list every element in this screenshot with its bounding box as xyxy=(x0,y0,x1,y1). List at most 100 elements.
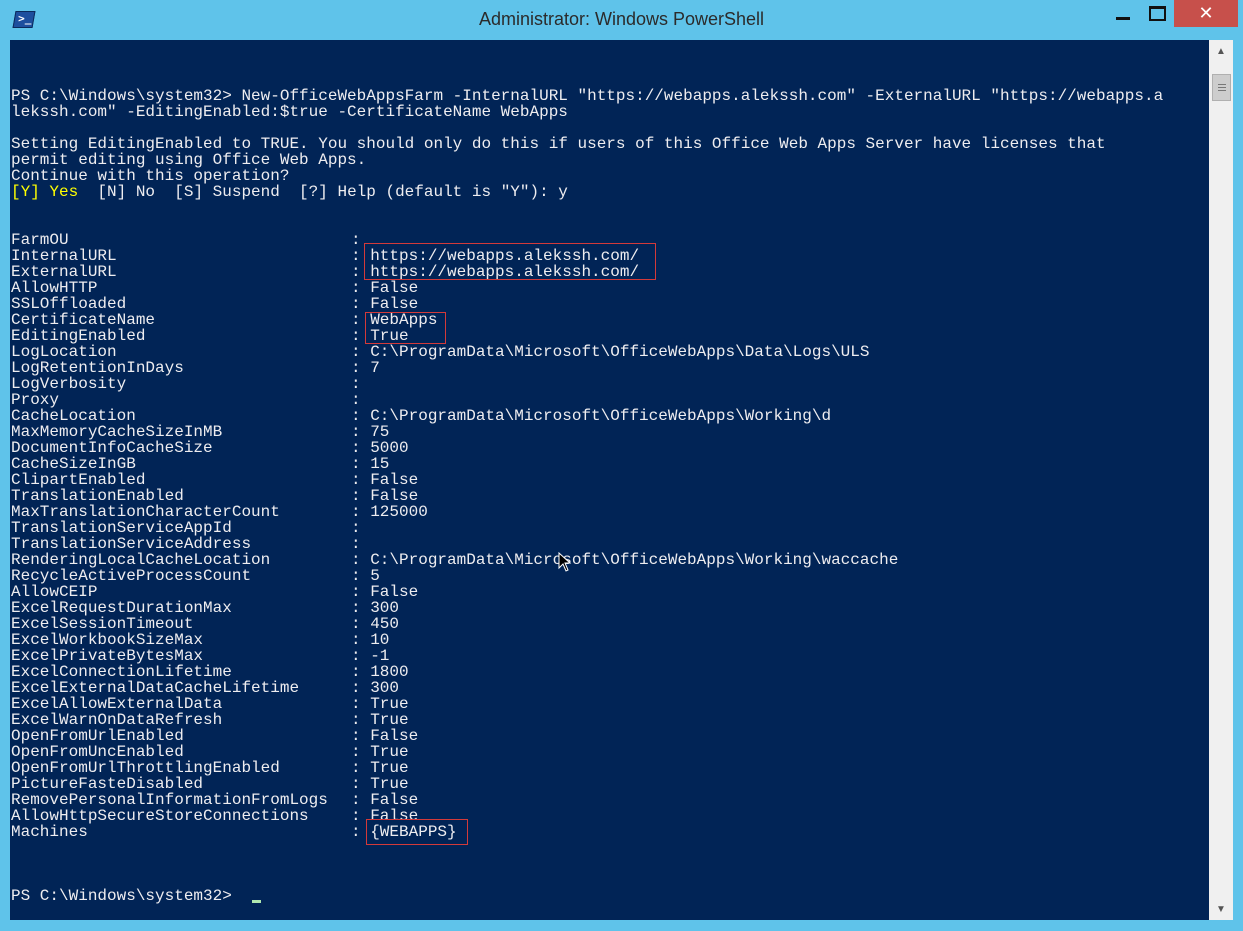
property-name: LogRetentionInDays xyxy=(11,359,184,377)
highlight-cert-editing xyxy=(365,312,446,344)
property-row: RenderingLocalCacheLocation: C:\ProgramD… xyxy=(11,552,898,568)
prompt-yes-option: [Y] Yes xyxy=(11,183,79,201)
property-row: ClipartEnabled: False xyxy=(11,472,418,488)
property-row: TranslationEnabled: False xyxy=(11,488,418,504)
property-name: CacheLocation xyxy=(11,407,136,425)
property-row: LogVerbosity: xyxy=(11,376,370,392)
property-name: CertificateName xyxy=(11,311,156,329)
property-name: RenderingLocalCacheLocation xyxy=(11,551,271,569)
scroll-down-icon[interactable]: ▼ xyxy=(1209,900,1233,918)
property-row: MaxTranslationCharacterCount: 125000 xyxy=(11,504,428,520)
property-name: Proxy xyxy=(11,391,60,409)
minimize-button[interactable] xyxy=(1106,0,1140,27)
property-name: ExternalURL xyxy=(11,263,117,281)
property-row: ExcelPrivateBytesMax: -1 xyxy=(11,648,389,664)
property-row: AllowHttpSecureStoreConnections: False xyxy=(11,808,418,824)
property-name: EditingEnabled xyxy=(11,327,146,345)
vertical-scrollbar[interactable]: ▲ ▼ xyxy=(1209,40,1233,920)
property-name: OpenFromUrlThrottlingEnabled xyxy=(11,759,280,777)
mouse-pointer-icon xyxy=(558,552,572,572)
property-row: AllowCEIP: False xyxy=(11,584,418,600)
property-name: AllowHTTP xyxy=(11,279,98,297)
property-row: ExcelWarnOnDataRefresh: True xyxy=(11,712,409,728)
property-name: ExcelSessionTimeout xyxy=(11,615,194,633)
confirm-prompt: [Y] Yes [N] No [S] Suspend [?] Help (def… xyxy=(11,184,568,200)
property-name: InternalURL xyxy=(11,247,117,265)
warning-line-1: Setting EditingEnabled to TRUE. You shou… xyxy=(11,135,1106,153)
property-row: TranslationServiceAppId: xyxy=(11,520,370,536)
property-row: CacheSizeInGB: 15 xyxy=(11,456,389,472)
maximize-icon xyxy=(1148,6,1166,21)
property-row: CacheLocation: C:\ProgramData\Microsoft\… xyxy=(11,408,831,424)
close-icon: ✕ xyxy=(1198,3,1214,24)
property-name: ExcelExternalDataCacheLifetime xyxy=(11,679,300,697)
property-name: AllowCEIP xyxy=(11,583,98,601)
property-value: 7 xyxy=(370,359,380,377)
property-name: Machines xyxy=(11,823,88,841)
text-cursor xyxy=(252,900,261,903)
property-row: AllowHTTP: False xyxy=(11,280,418,296)
final-prompt: PS C:\Windows\system32> xyxy=(11,887,242,905)
property-name: OpenFromUrlEnabled xyxy=(11,727,184,745)
property-row: OpenFromUrlEnabled: False xyxy=(11,728,418,744)
property-row: ExcelAllowExternalData: True xyxy=(11,696,409,712)
property-name: TranslationServiceAppId xyxy=(11,519,232,537)
console-output[interactable]: PS C:\Windows\system32> New-OfficeWebApp… xyxy=(10,40,1209,920)
command-line-1: PS C:\Windows\system32> New-OfficeWebApp… xyxy=(11,87,1164,105)
title-bar[interactable]: >_ Administrator: Windows PowerShell ✕ xyxy=(0,0,1243,40)
property-row: RemovePersonalInformationFromLogs: False xyxy=(11,792,418,808)
property-row: ExcelSessionTimeout: 450 xyxy=(11,616,399,632)
property-name: TranslationEnabled xyxy=(11,487,184,505)
property-name: TranslationServiceAddress xyxy=(11,535,252,553)
property-name: LogLocation xyxy=(11,343,117,361)
property-name: ExcelRequestDurationMax xyxy=(11,599,232,617)
property-name: FarmOU xyxy=(11,231,69,249)
property-row: MaxMemoryCacheSizeInMB: 75 xyxy=(11,424,389,440)
property-value: C:\ProgramData\Microsoft\OfficeWebApps\D… xyxy=(370,343,870,361)
property-name: ExcelConnectionLifetime xyxy=(11,663,232,681)
property-row: LogLocation: C:\ProgramData\Microsoft\Of… xyxy=(11,344,869,360)
property-row: ExcelRequestDurationMax: 300 xyxy=(11,600,399,616)
property-name: ExcelWorkbookSizeMax xyxy=(11,631,204,649)
highlight-urls xyxy=(364,243,656,280)
warning-line-3: Continue with this operation? xyxy=(11,167,290,185)
property-name: CacheSizeInGB xyxy=(11,455,136,473)
property-row: Proxy: xyxy=(11,392,370,408)
property-row: RecycleActiveProcessCount: 5 xyxy=(11,568,380,584)
scrollbar-thumb[interactable] xyxy=(1212,74,1231,101)
property-row: ExcelConnectionLifetime: 1800 xyxy=(11,664,409,680)
property-name: PictureFasteDisabled xyxy=(11,775,204,793)
property-row: LogRetentionInDays: 7 xyxy=(11,360,380,376)
property-row: EditingEnabled: True xyxy=(11,328,409,344)
property-name: MaxMemoryCacheSizeInMB xyxy=(11,423,223,441)
warning-line-2: permit editing using Office Web Apps. xyxy=(11,151,367,169)
property-row: TranslationServiceAddress: xyxy=(11,536,370,552)
property-row: ExcelExternalDataCacheLifetime: 300 xyxy=(11,680,399,696)
property-name: AllowHttpSecureStoreConnections xyxy=(11,807,309,825)
property-name: RemovePersonalInformationFromLogs xyxy=(11,791,328,809)
property-value: C:\ProgramData\Microsoft\OfficeWebApps\W… xyxy=(370,551,899,569)
scroll-up-icon[interactable]: ▲ xyxy=(1209,42,1233,60)
close-button[interactable]: ✕ xyxy=(1174,0,1238,27)
property-name: ExcelWarnOnDataRefresh xyxy=(11,711,223,729)
property-row: SSLOffloaded: False xyxy=(11,296,418,312)
powershell-window: >_ Administrator: Windows PowerShell ✕ P… xyxy=(0,0,1243,931)
property-name: RecycleActiveProcessCount xyxy=(11,567,252,585)
property-name: SSLOffloaded xyxy=(11,295,127,313)
minimize-icon xyxy=(1116,17,1130,20)
property-name: ClipartEnabled xyxy=(11,471,146,489)
property-row: OpenFromUncEnabled: True xyxy=(11,744,409,760)
highlight-machines xyxy=(366,819,468,845)
window-title: Administrator: Windows PowerShell xyxy=(478,9,765,29)
property-value: C:\ProgramData\Microsoft\OfficeWebApps\W… xyxy=(370,407,832,425)
property-row: FarmOU: xyxy=(11,232,370,248)
maximize-button[interactable] xyxy=(1140,0,1174,27)
property-name: LogVerbosity xyxy=(11,375,127,393)
property-name: OpenFromUncEnabled xyxy=(11,743,184,761)
property-row: PictureFasteDisabled: True xyxy=(11,776,409,792)
property-name: ExcelPrivateBytesMax xyxy=(11,647,204,665)
command-line-2: lekssh.com" -EditingEnabled:$true -Certi… xyxy=(11,103,568,121)
property-value: 125000 xyxy=(370,503,428,521)
property-name: DocumentInfoCacheSize xyxy=(11,439,213,457)
property-row: ExcelWorkbookSizeMax: 10 xyxy=(11,632,389,648)
